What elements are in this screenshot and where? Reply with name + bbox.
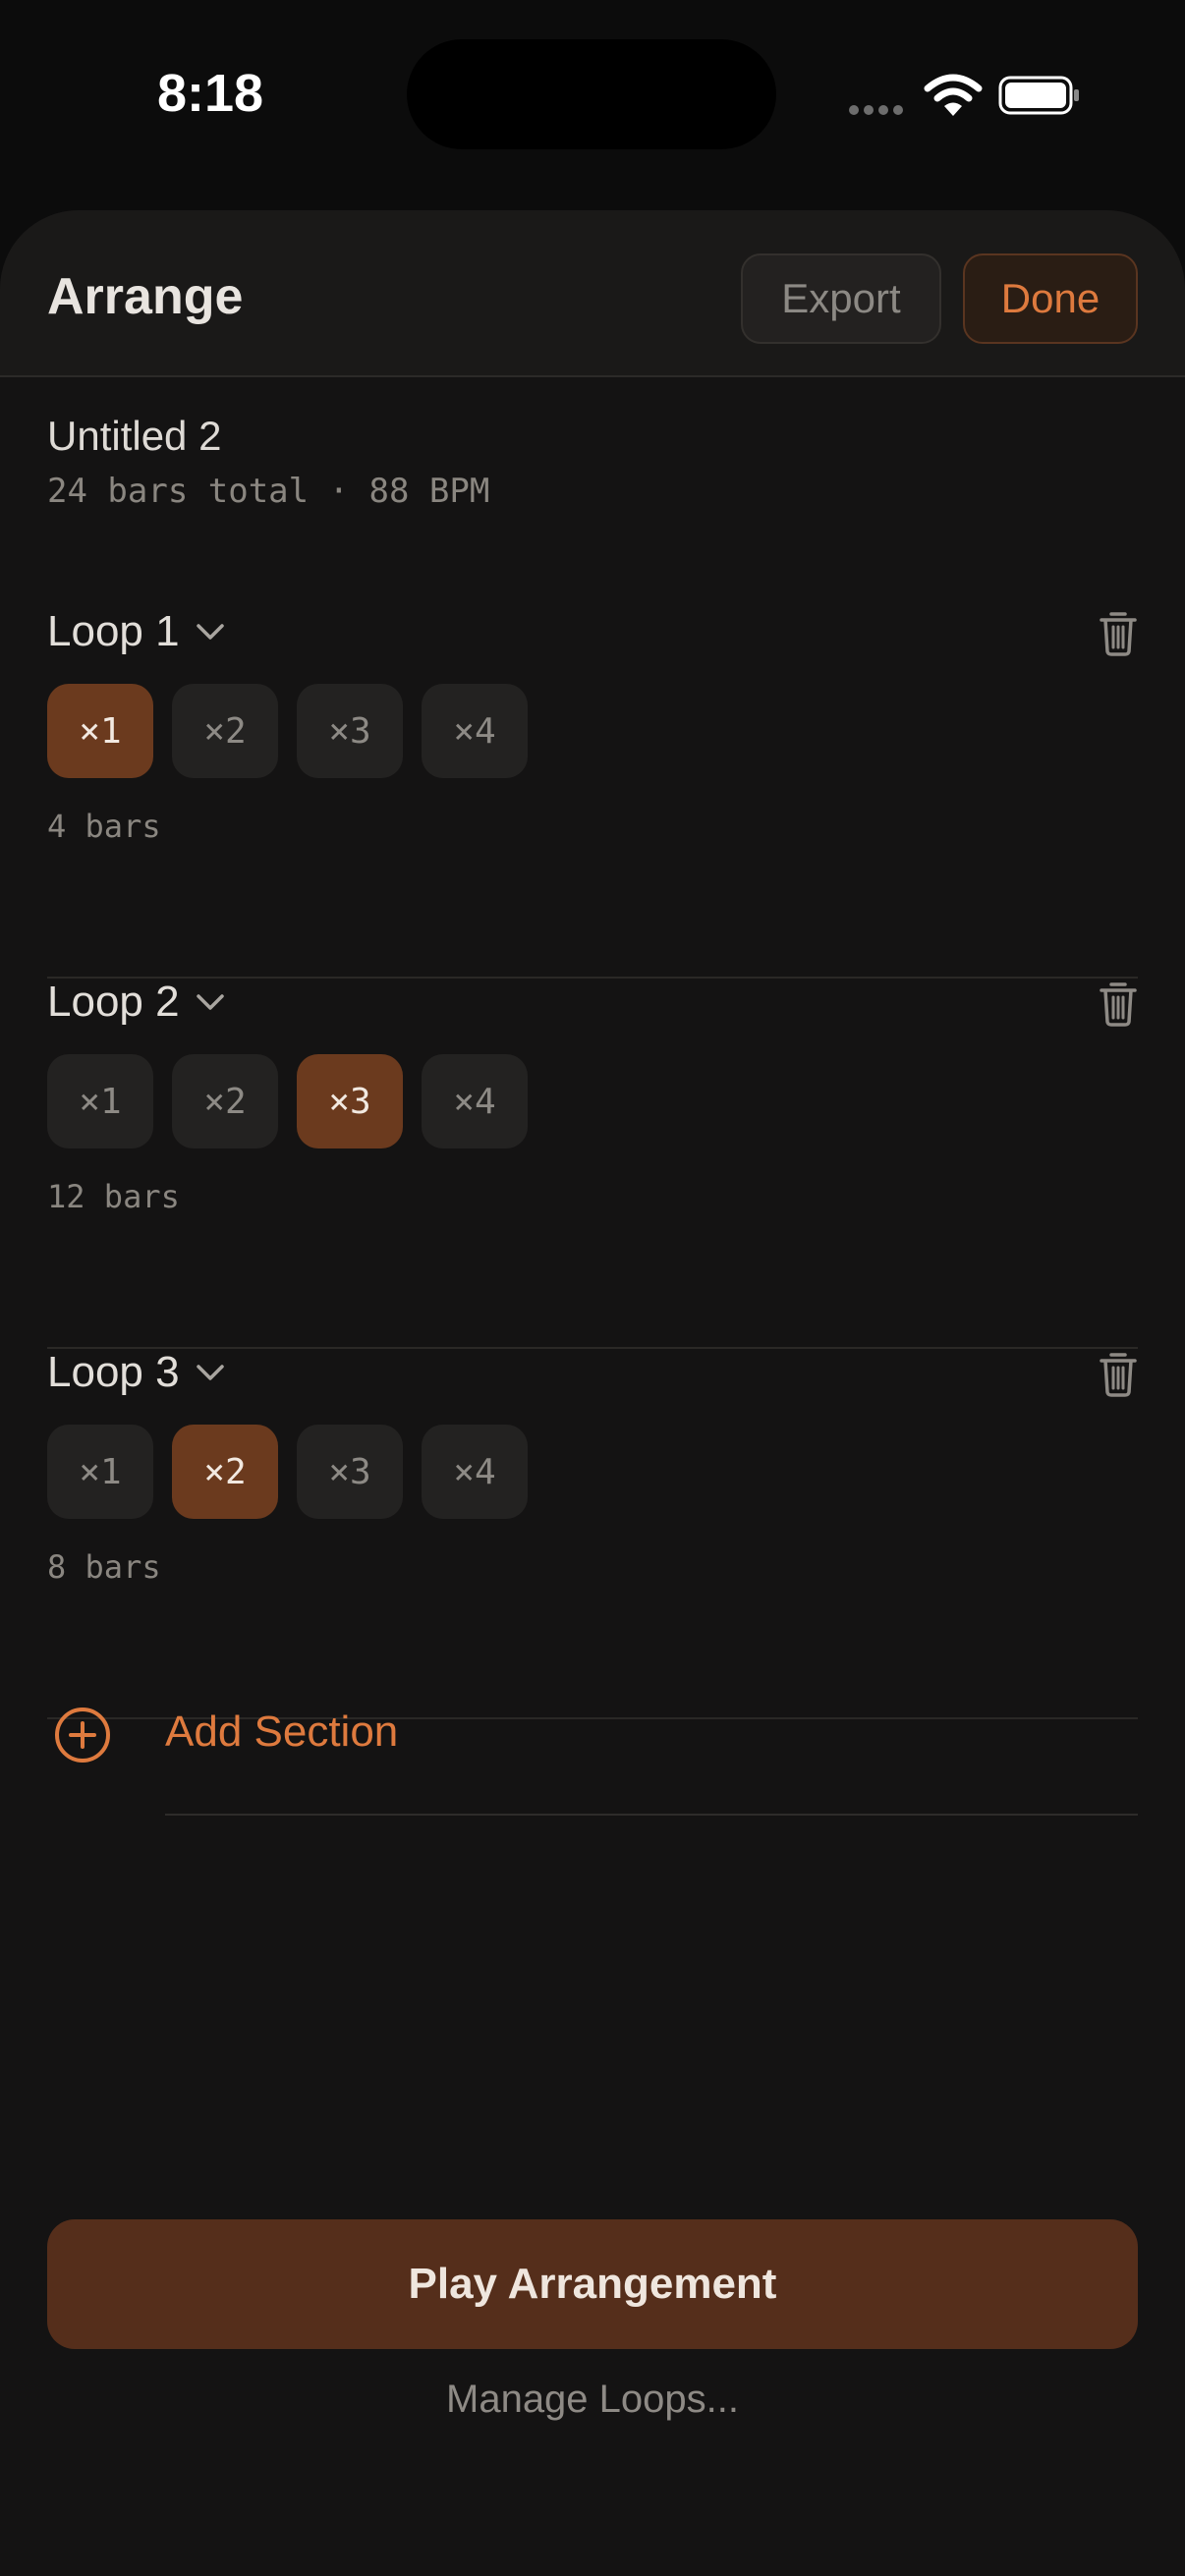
repeat-option-x3[interactable]: ×3 — [297, 1054, 403, 1148]
repeat-option-x2[interactable]: ×2 — [172, 1425, 278, 1519]
repeat-option-x4[interactable]: ×4 — [422, 684, 528, 778]
plus-circle-icon — [55, 1708, 110, 1763]
repeat-selector: ×1 ×2 ×3 ×4 — [47, 1054, 546, 1148]
status-bar: 8:18 — [0, 0, 1185, 196]
repeat-option-x1[interactable]: ×1 — [47, 1054, 153, 1148]
loop-section: Loop 2 ×1 ×2 ×3 ×4 12 bars — [47, 978, 1138, 1349]
repeat-option-x3[interactable]: ×3 — [297, 684, 403, 778]
repeat-option-x2[interactable]: ×2 — [172, 1054, 278, 1148]
repeat-option-x4[interactable]: ×4 — [422, 1425, 528, 1519]
trash-icon[interactable] — [1099, 980, 1138, 1027]
loop-section: Loop 1 ×1 ×2 ×3 ×4 4 bars — [47, 607, 1138, 979]
wifi-icon — [924, 74, 983, 116]
bar-count: 12 bars — [47, 1178, 180, 1215]
repeat-selector: ×1 ×2 ×3 ×4 — [47, 684, 546, 778]
sheet-header: Arrange Export Done — [0, 210, 1185, 377]
loop-name-menu[interactable]: Loop 1 — [47, 607, 225, 656]
bar-count: 8 bars — [47, 1548, 161, 1586]
divider — [165, 1814, 1138, 1816]
bar-count: 4 bars — [47, 808, 161, 845]
add-section-label: Add Section — [165, 1708, 399, 1756]
project-meta: 24 bars total · 88 BPM — [47, 472, 490, 511]
cellular-signal-icon — [849, 102, 908, 116]
export-button[interactable]: Export — [741, 253, 941, 344]
loop-name: Loop 2 — [47, 978, 180, 1026]
loop-name: Loop 3 — [47, 1348, 180, 1396]
chevron-down-icon — [196, 624, 224, 640]
repeat-option-x4[interactable]: ×4 — [422, 1054, 528, 1148]
repeat-option-x1[interactable]: ×1 — [47, 1425, 153, 1519]
dynamic-island — [407, 39, 776, 149]
chevron-down-icon — [196, 994, 224, 1010]
repeat-option-x3[interactable]: ×3 — [297, 1425, 403, 1519]
done-button[interactable]: Done — [963, 253, 1138, 344]
loop-name: Loop 1 — [47, 607, 180, 655]
chevron-down-icon — [196, 1365, 224, 1380]
add-section-button[interactable]: Add Section — [47, 1662, 1138, 1820]
arrange-sheet: Arrange Export Done Untitled 2 24 bars t… — [0, 210, 1185, 2576]
repeat-option-x2[interactable]: ×2 — [172, 684, 278, 778]
status-time: 8:18 — [157, 64, 264, 123]
repeat-selector: ×1 ×2 ×3 ×4 — [47, 1425, 546, 1519]
play-arrangement-button[interactable]: Play Arrangement — [47, 2219, 1138, 2349]
project-name: Untitled 2 — [47, 413, 222, 459]
trash-icon[interactable] — [1099, 609, 1138, 656]
repeat-option-x1[interactable]: ×1 — [47, 684, 153, 778]
trash-icon[interactable] — [1099, 1350, 1138, 1397]
page-title: Arrange — [47, 268, 244, 325]
loop-name-menu[interactable]: Loop 2 — [47, 978, 225, 1027]
battery-icon — [998, 76, 1079, 115]
manage-loops-link[interactable]: Manage Loops... — [0, 2378, 1185, 2422]
loop-name-menu[interactable]: Loop 3 — [47, 1348, 225, 1397]
